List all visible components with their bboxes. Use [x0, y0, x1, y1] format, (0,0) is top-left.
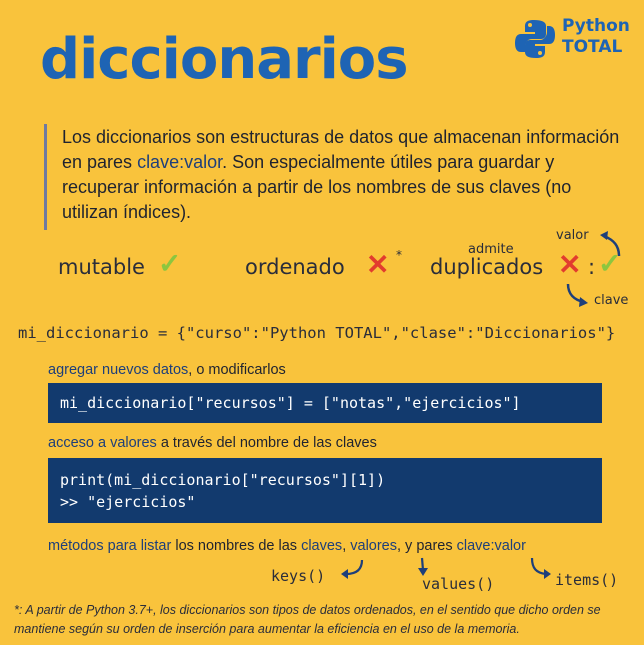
arrow-keys-icon [341, 559, 364, 579]
methods-highlight-1: métodos para listar [48, 538, 172, 554]
cross-icon: ✕ [366, 249, 390, 280]
section-access-label: acceso a valores a través del nombre de … [48, 435, 377, 451]
property-mutable: mutable [58, 255, 145, 279]
intro-highlight: clave:valor [137, 152, 223, 172]
code-add-line: mi_diccionario["recursos"] = ["notas","e… [60, 394, 521, 412]
code-access-line-2: >> "ejercicios" [60, 493, 196, 511]
intro-paragraph: Los diccionarios son estructuras de dato… [62, 125, 622, 225]
logo-line-2: TOTAL [562, 37, 623, 57]
method-values: values() [422, 575, 495, 593]
asterisk-mark: * [396, 248, 402, 262]
code-example: mi_diccionario = {"curso":"Python TOTAL"… [18, 324, 616, 342]
section-methods-label: métodos para listar los nombres de las c… [48, 538, 526, 554]
page-title: diccionarios [40, 27, 409, 92]
logo-text: Python TOTAL [562, 16, 630, 58]
property-ordenado: ordenado [245, 255, 345, 279]
code-access-line-1: print(mi_diccionario["recursos"][1]) [60, 471, 386, 489]
clave-label: clave [594, 293, 629, 308]
methods-text-3: , y pares [397, 538, 457, 554]
method-items: items() [555, 571, 619, 589]
arrow-down-icon [566, 283, 588, 307]
methods-highlight-4: clave:valor [456, 538, 526, 554]
arrow-up-icon [600, 231, 621, 257]
section-access-rest: a través del nombre de las claves [156, 435, 377, 451]
footnote: *: A partir de Python 3.7+, los dicciona… [14, 603, 601, 636]
method-keys: keys() [271, 567, 326, 585]
arrow-items-icon [530, 557, 551, 579]
cross-icon: ✕ [558, 249, 582, 280]
section-add-rest: , o modificarlos [188, 362, 286, 378]
code-box-add: mi_diccionario["recursos"] = ["notas","e… [48, 383, 602, 423]
property-duplicados: duplicados [430, 255, 544, 279]
section-access-highlight: acceso a valores [48, 435, 157, 451]
logo-line-1: Python [562, 16, 630, 36]
code-box-access: print(mi_diccionario["recursos"][1]) >> "… [48, 458, 602, 523]
check-icon: ✓ [158, 248, 182, 279]
python-logo-icon [515, 20, 555, 58]
intro-accent-bar [44, 124, 47, 230]
methods-highlight-3: valores [350, 538, 397, 554]
section-add-label: agregar nuevos datos, o modificarlos [48, 362, 286, 378]
section-add-highlight: agregar nuevos datos [48, 362, 189, 378]
methods-text-1: los nombres de las [171, 538, 302, 554]
methods-highlight-2: claves [301, 538, 343, 554]
valor-label: valor [556, 228, 589, 243]
